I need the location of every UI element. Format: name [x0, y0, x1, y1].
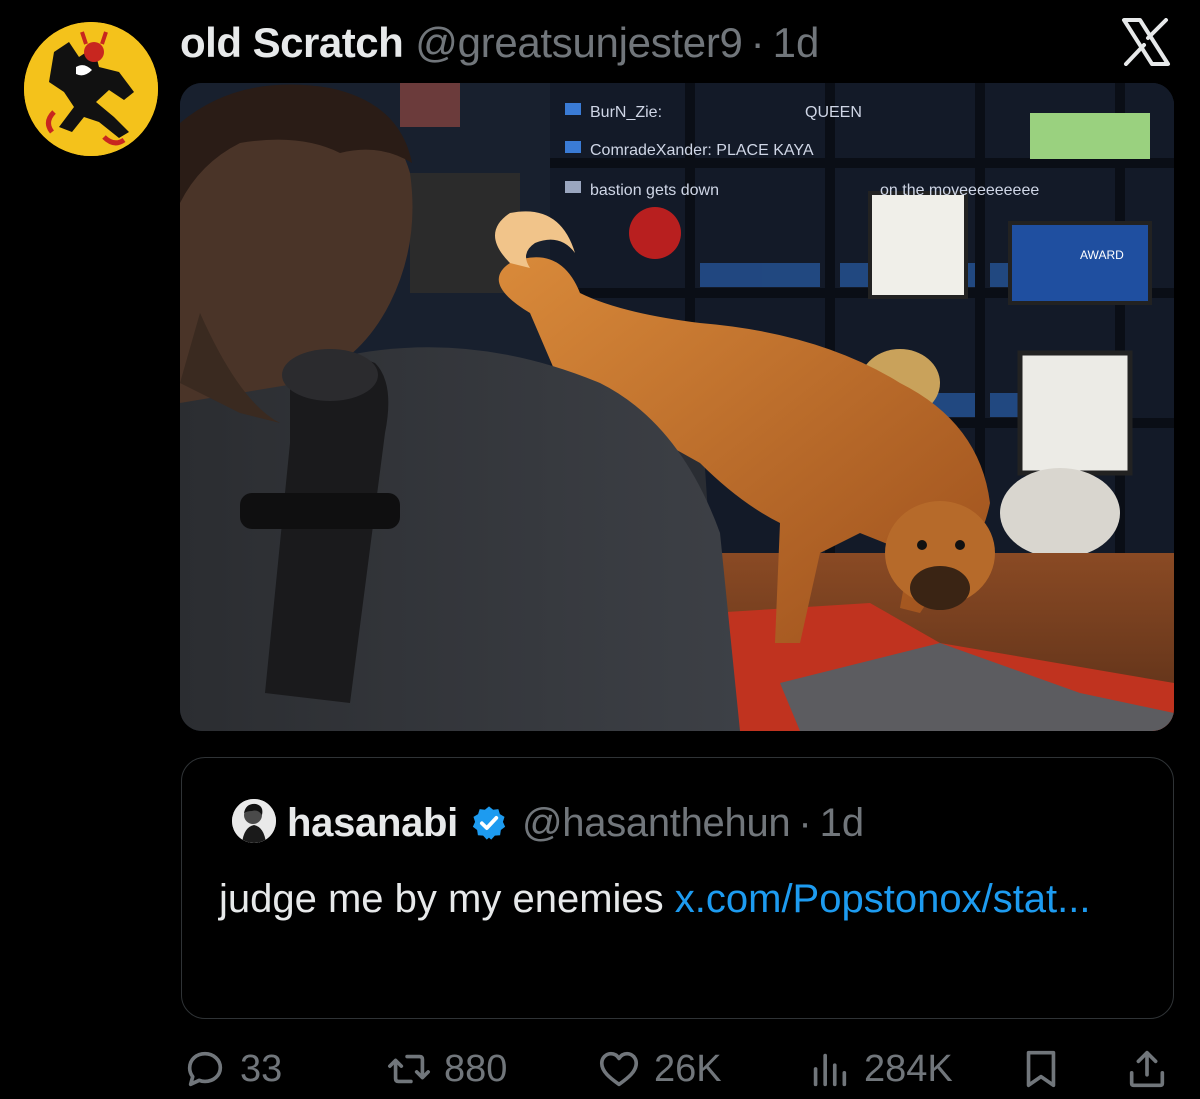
quoted-header-separator: ·	[798, 800, 812, 845]
share-icon	[1129, 1050, 1165, 1088]
like-count: 26K	[654, 1047, 722, 1090]
reply-icon	[187, 1051, 223, 1087]
quoted-tweet-text: judge me by my enemies x.com/Popstonox/​…	[219, 870, 1139, 928]
quoted-tweet-link[interactable]: x.com/Popstonox/​stat...	[675, 877, 1091, 921]
bookmark-button[interactable]	[1018, 1040, 1064, 1098]
views-button[interactable]: 284K	[806, 1040, 953, 1098]
author-handle[interactable]: @greatsunjester9	[415, 19, 743, 67]
tweet-timestamp[interactable]: 1d	[773, 19, 820, 67]
views-count: 284K	[864, 1047, 953, 1090]
header-separator: ·	[750, 19, 765, 66]
author-avatar[interactable]	[24, 22, 158, 156]
quoted-tweet-body: judge me by my enemies	[219, 877, 675, 921]
overlay-text: QUEEN	[805, 104, 862, 121]
reply-button[interactable]: 33	[182, 1040, 282, 1098]
heart-icon	[599, 1051, 639, 1087]
repost-icon	[388, 1054, 430, 1084]
tweet-header: old Scratch @greatsunjester9 · 1d	[180, 18, 819, 68]
x-logo-icon[interactable]	[1120, 18, 1172, 66]
reply-count: 33	[240, 1047, 283, 1090]
views-chart-icon	[813, 1053, 847, 1087]
overlay-text: BurN_Zie:	[590, 104, 662, 121]
repost-count: 880	[444, 1047, 508, 1090]
overlay-text: ComradeXander: PLACE KAYA	[590, 142, 814, 159]
tweet-action-bar: 33 880 26K 284K	[0, 1040, 1200, 1098]
like-button[interactable]: 26K	[596, 1040, 722, 1098]
quoted-tweet[interactable]: hasanabi @hasanthehun · 1d judge me by m…	[181, 757, 1174, 1019]
quoted-tweet-timestamp[interactable]: 1d	[820, 801, 865, 846]
quoted-tweet-header: hasanabi @hasanthehun · 1d	[287, 798, 864, 848]
quoted-author-handle[interactable]: @hasanthehun	[522, 801, 791, 846]
repost-button[interactable]: 880	[386, 1040, 507, 1098]
person-avatar-icon	[232, 799, 276, 843]
overlay-text: bastion gets down	[590, 182, 719, 199]
verified-badge-icon	[472, 806, 506, 840]
tweet-media-video[interactable]: BurN_Zie: QUEEN ComradeXander: PLACE KAY…	[180, 83, 1174, 731]
share-button[interactable]	[1124, 1040, 1170, 1098]
overlay-text: AWARD	[1080, 248, 1124, 262]
quoted-author-avatar[interactable]	[232, 799, 276, 843]
overlay-text: on the moveeeeeeeee	[880, 182, 1039, 199]
devil-avatar-icon	[24, 22, 158, 156]
quoted-author-name[interactable]: hasanabi	[287, 801, 458, 846]
author-display-name[interactable]: old Scratch	[180, 19, 404, 67]
bookmark-icon	[1026, 1050, 1056, 1088]
